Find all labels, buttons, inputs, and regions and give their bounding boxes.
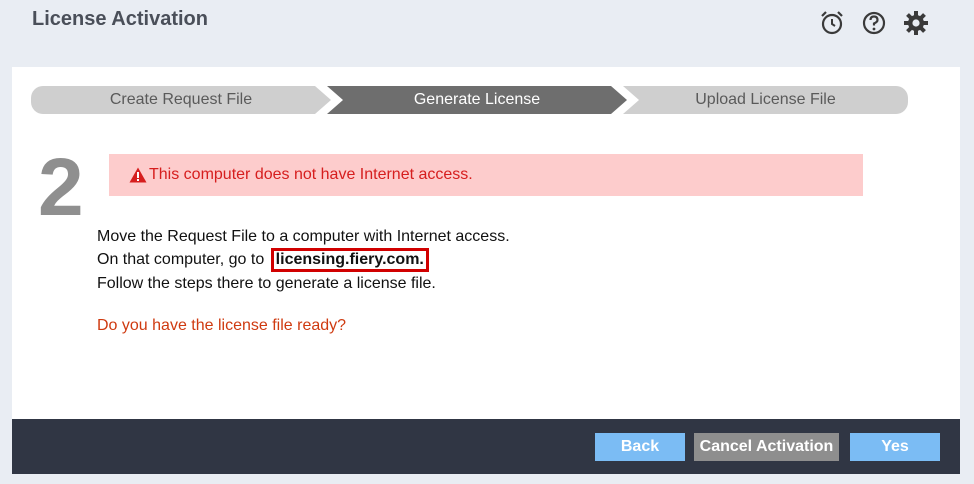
help-icon[interactable] — [860, 9, 888, 37]
main-panel: Create Request File Generate License Upl… — [12, 67, 960, 419]
step-create-request-file: Create Request File — [31, 86, 331, 114]
alarm-icon[interactable] — [818, 9, 846, 37]
license-ready-question: Do you have the license file ready? — [97, 317, 347, 334]
no-internet-alert: This computer does not have Internet acc… — [109, 154, 863, 196]
progress-stepper: Create Request File Generate License Upl… — [31, 86, 908, 114]
instruction-line-2-prefix: On that computer, go to — [97, 251, 265, 268]
title-bar: License Activation — [0, 0, 974, 62]
header-toolbar — [818, 9, 930, 37]
step-number: 2 — [38, 142, 84, 233]
gear-icon[interactable] — [902, 9, 930, 37]
page-title: License Activation — [32, 8, 208, 30]
licensing-link[interactable]: licensing.fiery.com. — [270, 248, 429, 272]
cancel-activation-button[interactable]: Cancel Activation — [694, 433, 839, 461]
instruction-line-1: Move the Request File to a computer with… — [97, 228, 510, 245]
yes-button[interactable]: Yes — [850, 433, 940, 461]
step-upload-license-file: Upload License File — [623, 86, 908, 114]
back-button[interactable]: Back — [595, 433, 685, 461]
instructions: Move the Request File to a computer with… — [97, 225, 510, 295]
footer-bar: Back Cancel Activation Yes — [12, 419, 960, 474]
alert-text: This computer does not have Internet acc… — [149, 166, 473, 183]
instruction-line-2: On that computer, go to licensing.fiery.… — [97, 248, 510, 272]
instruction-line-3: Follow the steps there to generate a lic… — [97, 275, 436, 292]
warning-icon — [129, 167, 147, 183]
step-generate-license: Generate License — [327, 86, 627, 114]
